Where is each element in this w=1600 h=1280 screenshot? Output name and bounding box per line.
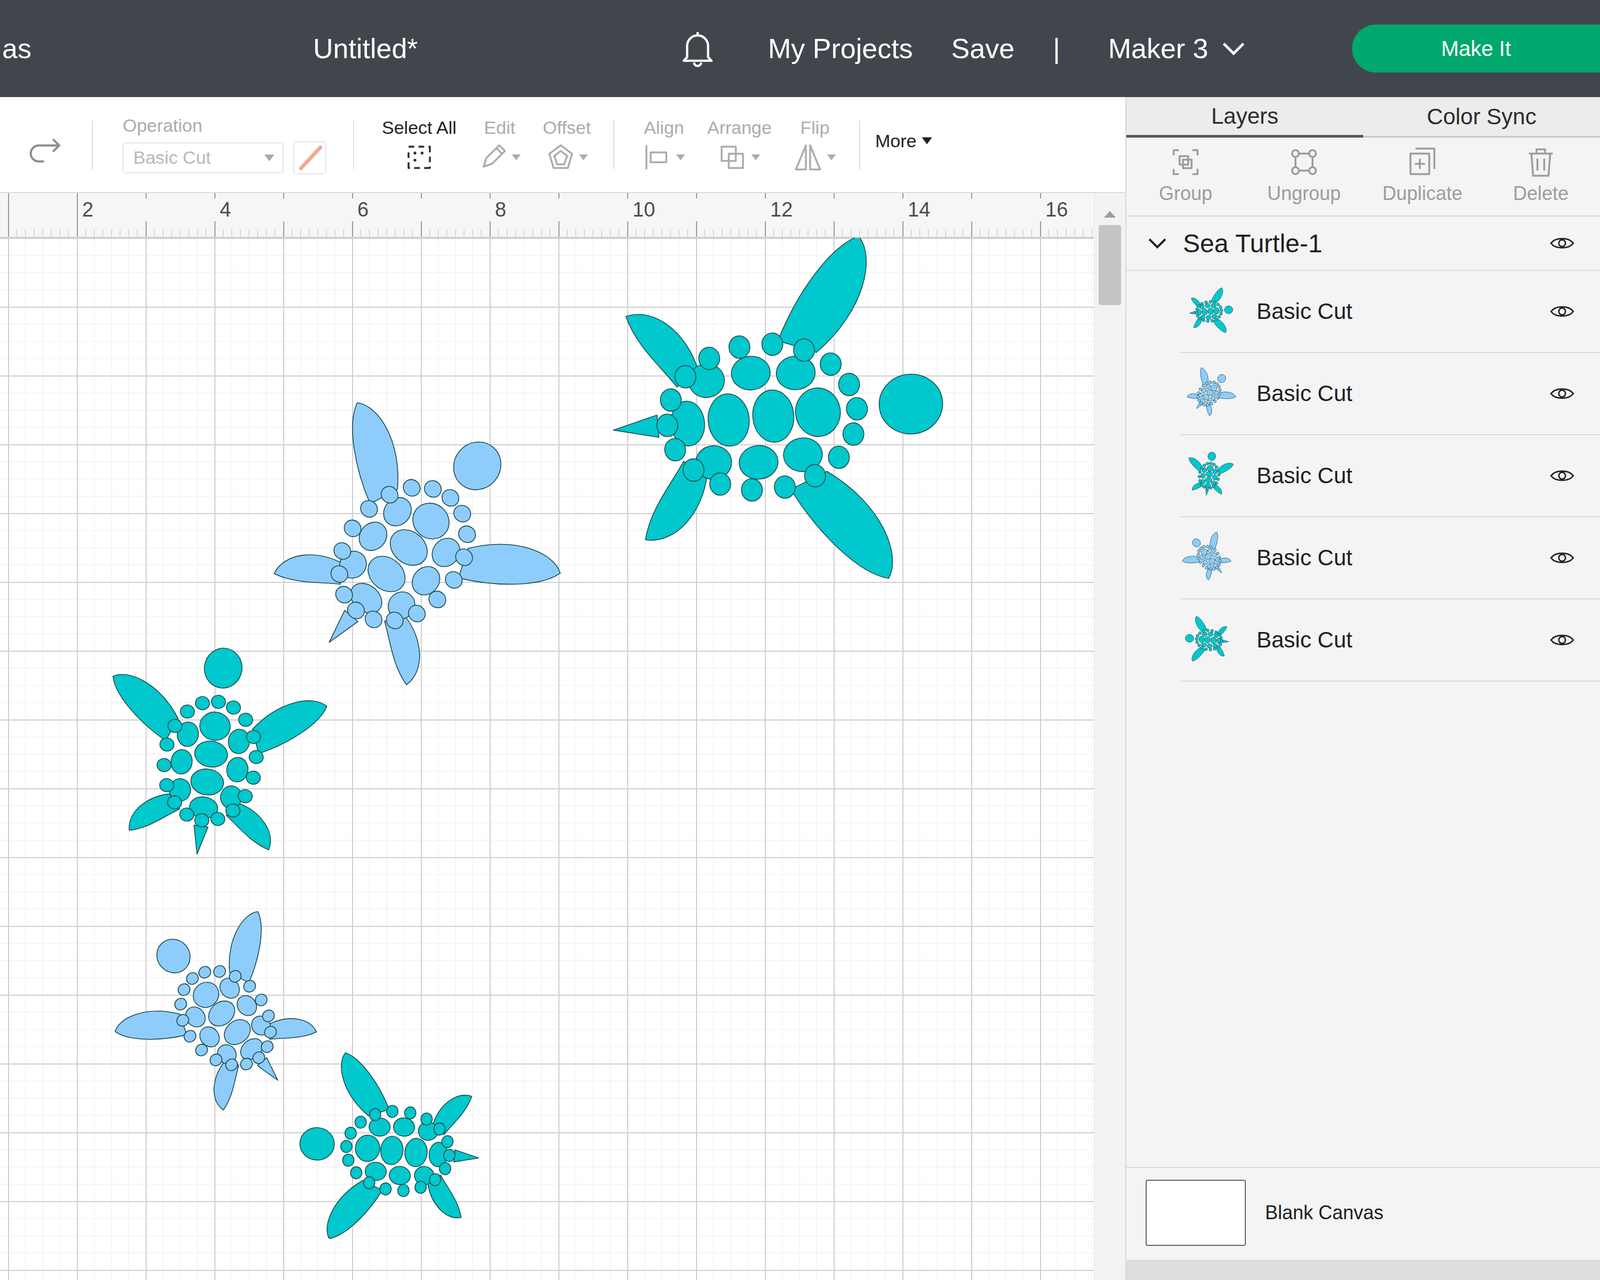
layer-row[interactable]: Basic Cut	[1179, 517, 1600, 600]
action-icon	[1286, 145, 1322, 180]
visibility-eye-icon[interactable]	[1549, 549, 1575, 567]
panel-footer	[1126, 1259, 1600, 1280]
sea-turtle-shape[interactable]	[560, 237, 965, 620]
sea-turtle-shape[interactable]	[82, 875, 368, 1161]
ruler-label: 6	[357, 198, 495, 222]
sea-turtle-shape[interactable]	[200, 351, 607, 758]
tool-button[interactable]: Flip	[793, 117, 837, 173]
layer-row[interactable]: Basic Cut	[1179, 435, 1600, 518]
layer-action[interactable]: Duplicate	[1363, 145, 1482, 205]
visibility-eye-icon[interactable]	[1549, 302, 1575, 320]
tool-button[interactable]: Select All	[381, 117, 457, 173]
canvas-color-swatch[interactable]	[1145, 1179, 1246, 1246]
caret-icon	[578, 153, 589, 162]
toolbar-separator	[859, 120, 861, 170]
project-title[interactable]: Untitled*	[313, 32, 678, 65]
tool-button[interactable]: Edit	[477, 117, 522, 173]
design-canvas[interactable]	[0, 237, 1094, 1280]
toolbar-separator	[613, 120, 615, 170]
sea-turtle-icon	[1174, 358, 1244, 429]
layer-action[interactable]: Ungroup	[1244, 145, 1364, 205]
sea-turtle-icon	[1181, 448, 1237, 504]
tool-button[interactable]: Offset	[542, 117, 591, 173]
ruler-label: 16	[1045, 198, 1094, 222]
action-icon	[1523, 145, 1558, 180]
tool-button[interactable]: Align	[642, 117, 686, 173]
layer-thumbnail	[1179, 610, 1239, 670]
visibility-eye-icon[interactable]	[1549, 385, 1575, 403]
layer-group[interactable]: Sea Turtle-1	[1126, 216, 1600, 271]
action-icon	[1168, 145, 1203, 180]
layer-row[interactable]: Basic Cut	[1179, 599, 1600, 682]
caret-icon	[750, 153, 762, 162]
ruler-label: 8	[494, 198, 633, 222]
ruler-label: 10	[632, 198, 771, 222]
tool-icon	[545, 142, 575, 173]
ruler: 246810121416	[0, 193, 1094, 238]
top-link[interactable]: My Projects	[768, 32, 914, 65]
tool-button[interactable]: Arrange	[707, 117, 772, 173]
visibility-eye-icon[interactable]	[1549, 234, 1575, 252]
canvas-background-row[interactable]: Blank Canvas	[1126, 1166, 1600, 1260]
ruler-label: 14	[907, 198, 1046, 222]
toolbar-separator	[91, 120, 93, 170]
more-button[interactable]: More	[875, 130, 934, 159]
ruler-label: 12	[770, 198, 908, 222]
layers-panel: LayersColor Sync GroupUngroupDuplicateDel…	[1125, 97, 1600, 1280]
caret-icon	[675, 153, 686, 162]
tool-icon	[642, 142, 672, 173]
operation-label: Operation	[122, 115, 327, 136]
visibility-eye-icon[interactable]	[1549, 631, 1575, 649]
toolbar: Operation Basic Cut Select All Edit Offset Al…	[0, 97, 1126, 194]
tool-icon	[793, 142, 823, 173]
ruler-label: 4	[219, 198, 358, 222]
layer-action[interactable]: Delete	[1481, 145, 1600, 205]
canvas-title-cut[interactable]: as	[0, 32, 314, 65]
top-separator: |	[1052, 32, 1061, 65]
redo-icon	[27, 136, 64, 164]
layer-action[interactable]: Group	[1126, 145, 1245, 205]
bell-icon	[680, 29, 716, 68]
caret-icon	[920, 136, 934, 146]
pen-color-swatch[interactable]	[293, 141, 327, 175]
tool-icon	[717, 142, 748, 173]
sea-turtle-icon	[1174, 523, 1244, 593]
layer-thumbnail	[1179, 282, 1239, 341]
scroll-up-icon[interactable]	[1102, 209, 1118, 219]
vertical-scrollbar[interactable]	[1093, 193, 1126, 1280]
layer-thumbnail	[1179, 446, 1239, 506]
dropdown-icon	[263, 153, 276, 163]
panel-tab[interactable]: Color Sync	[1363, 97, 1600, 138]
sea-turtle-shape[interactable]	[288, 1041, 508, 1261]
machine-select[interactable]: Maker 3	[1108, 32, 1246, 65]
visibility-eye-icon[interactable]	[1549, 467, 1575, 485]
operation-control: Operation Basic Cut	[122, 115, 327, 175]
scroll-thumb[interactable]	[1098, 225, 1122, 306]
layer-row[interactable]: Basic Cut	[1179, 353, 1600, 436]
tool-icon	[477, 142, 508, 173]
pen-icon	[294, 142, 325, 173]
tool-icon	[404, 142, 435, 173]
top-link[interactable]: Save	[951, 32, 1015, 65]
notifications-button[interactable]	[677, 29, 718, 68]
caret-icon	[826, 153, 837, 162]
sea-turtle-icon	[1182, 613, 1236, 667]
sea-turtle-shape[interactable]	[77, 628, 343, 894]
expand-chevron-icon[interactable]	[1147, 237, 1167, 250]
ruler-label: 2	[82, 198, 220, 222]
chevron-down-icon	[1221, 41, 1246, 56]
action-icon	[1405, 145, 1440, 180]
layer-thumbnail	[1179, 528, 1239, 588]
layer-thumbnail	[1179, 364, 1239, 423]
layer-row[interactable]: Basic Cut	[1179, 270, 1600, 354]
caret-icon	[510, 153, 522, 162]
redo-button[interactable]	[0, 125, 92, 164]
top-bar: asUntitled* My Projects Save | Maker 3 Make I…	[0, 0, 1600, 98]
design-space-app: asUntitled* My Projects Save | Maker 3 Make I…	[0, 0, 1600, 1280]
operation-select[interactable]: Basic Cut	[122, 142, 284, 174]
panel-tab[interactable]: Layers	[1126, 97, 1364, 138]
sea-turtle-icon	[1182, 284, 1236, 339]
toolbar-separator	[353, 120, 355, 170]
make-it-button[interactable]: Make It	[1352, 24, 1600, 73]
